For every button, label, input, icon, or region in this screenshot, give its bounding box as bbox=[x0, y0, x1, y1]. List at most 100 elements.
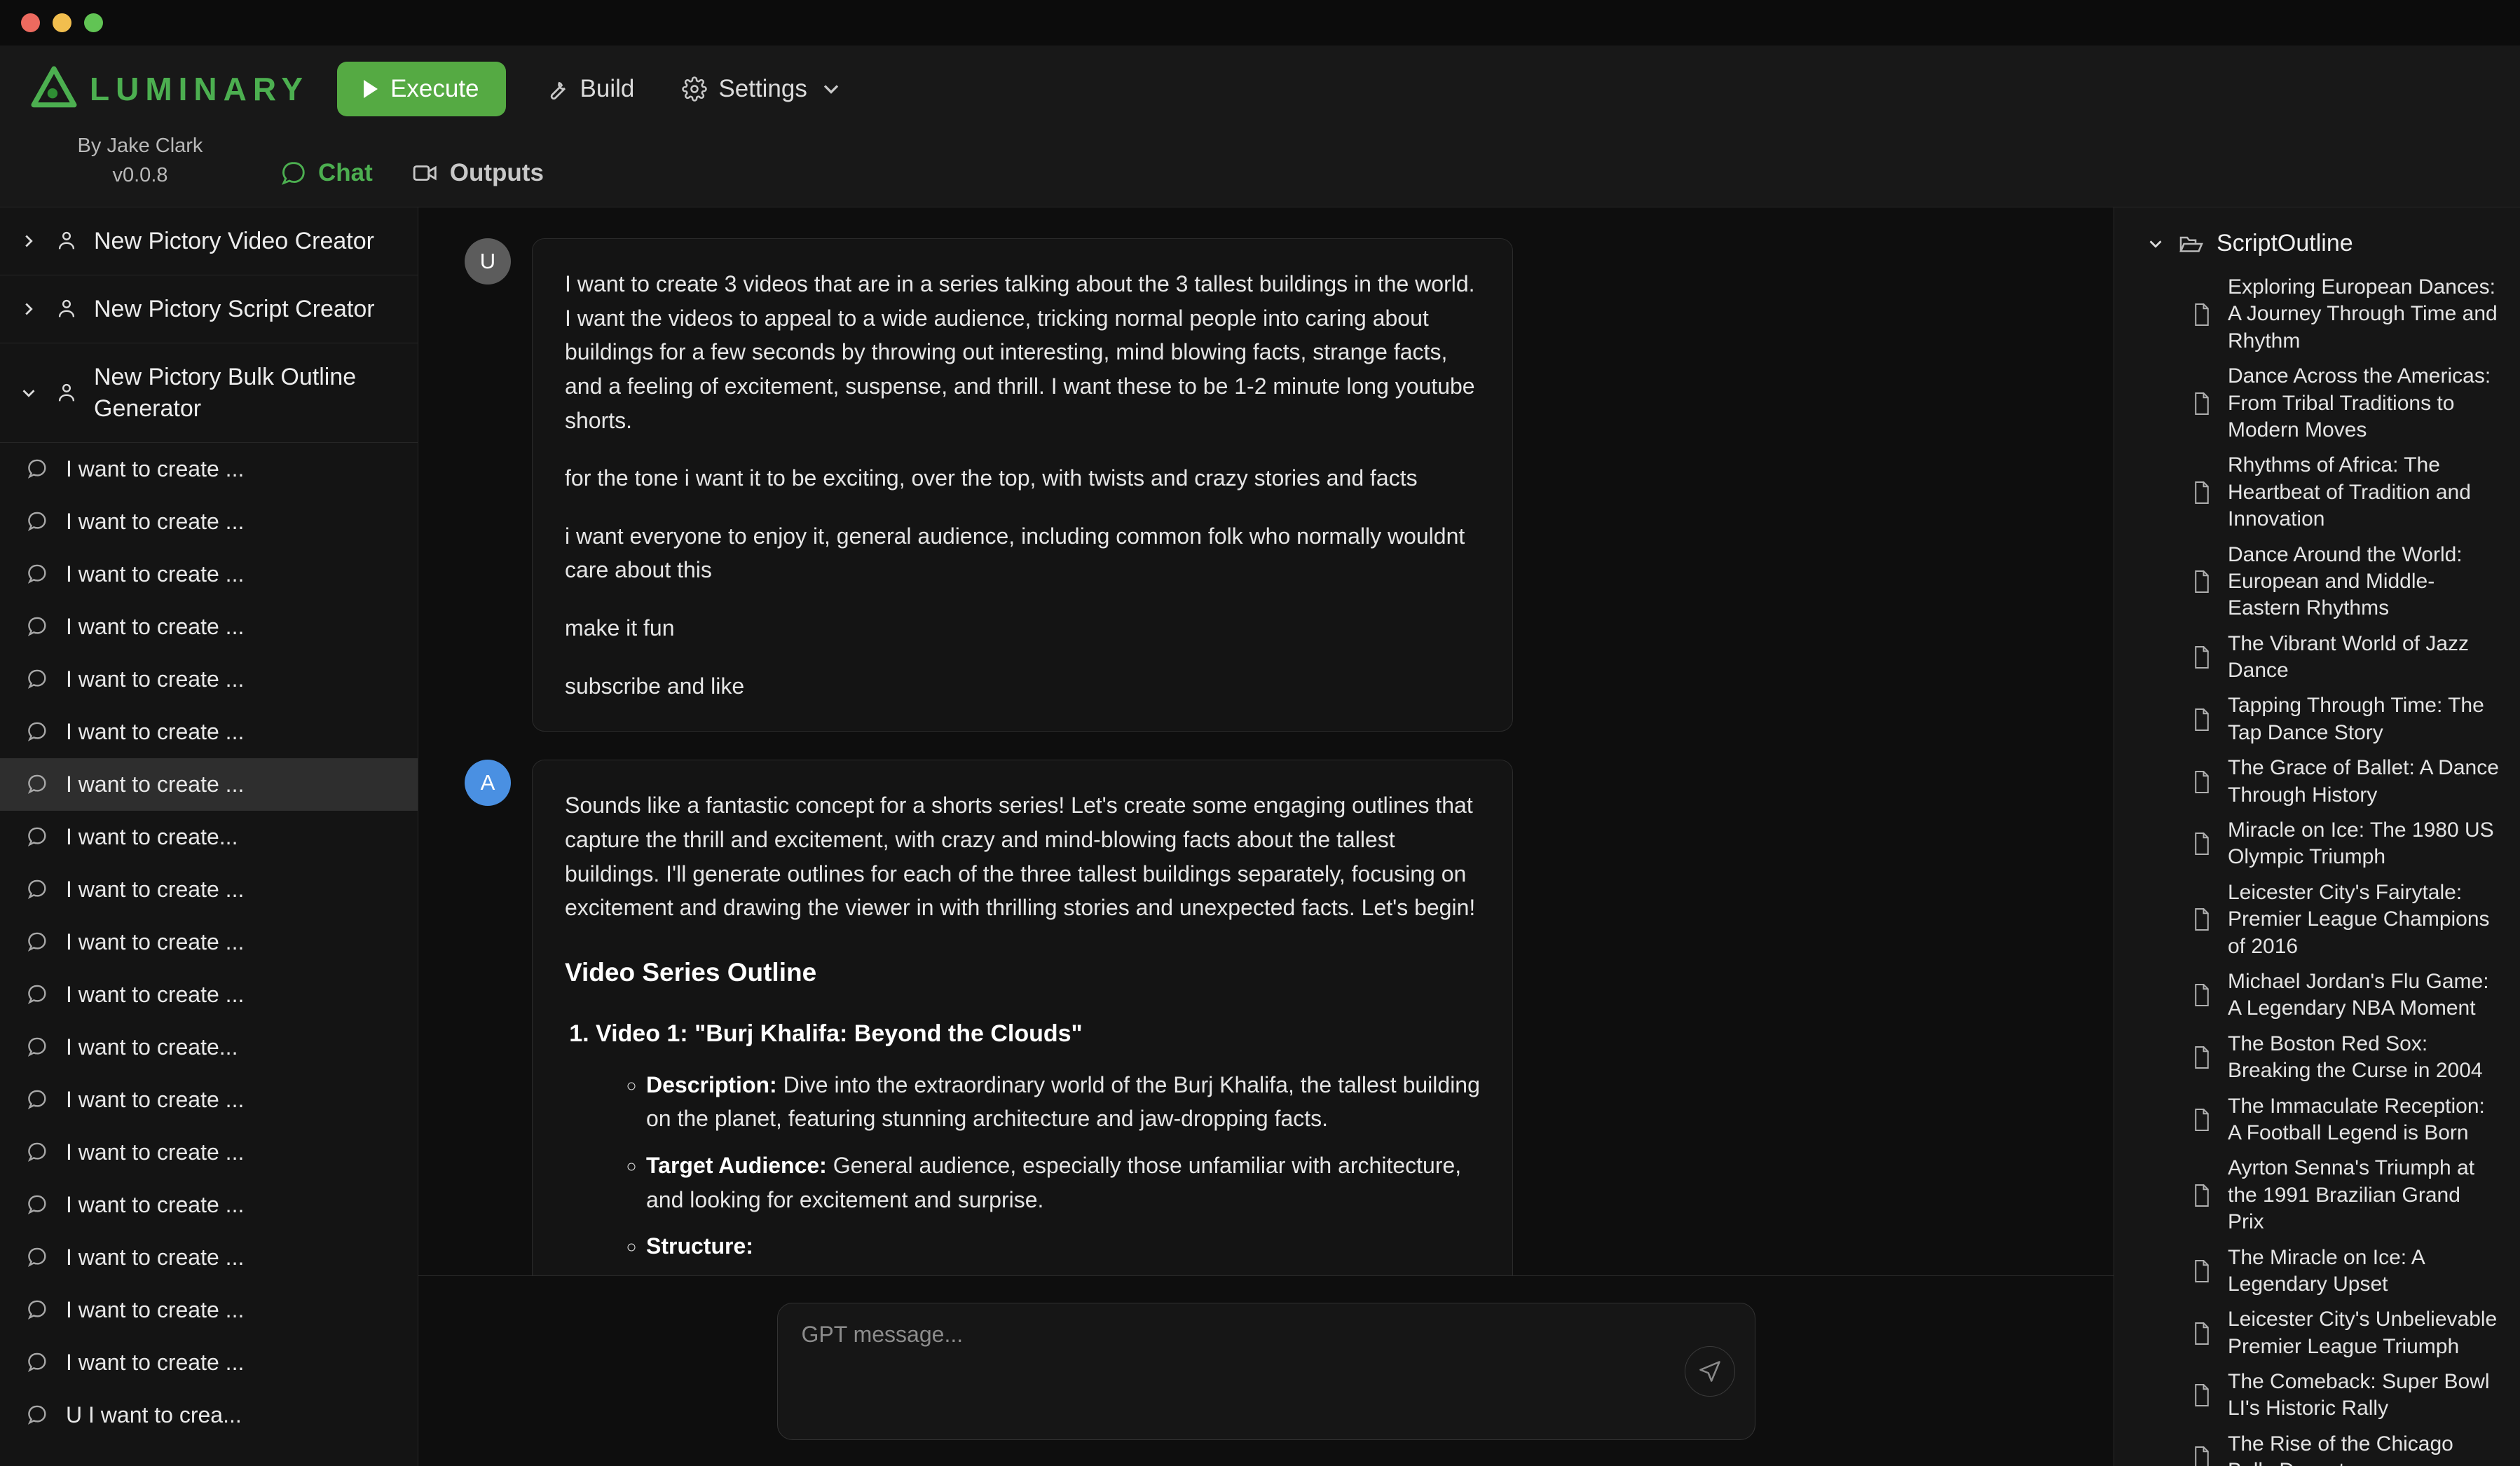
chat-bubble-icon bbox=[25, 825, 49, 849]
document-icon bbox=[2191, 831, 2212, 856]
gear-icon bbox=[682, 76, 707, 102]
chat-bubble-icon bbox=[25, 772, 49, 796]
document-item[interactable]: Leicester City's Fairytale: Premier Leag… bbox=[2114, 875, 2520, 964]
settings-button-label: Settings bbox=[718, 75, 807, 103]
document-item[interactable]: The Comeback: Super Bowl LI's Historic R… bbox=[2114, 1364, 2520, 1427]
chat-history-item[interactable]: I want to create ... bbox=[0, 916, 418, 968]
agent-item[interactable]: New Pictory Bulk Outline Generator bbox=[0, 343, 418, 442]
document-item[interactable]: Tapping Through Time: The Tap Dance Stor… bbox=[2114, 688, 2520, 751]
document-icon bbox=[2191, 645, 2212, 670]
document-item[interactable]: The Grace of Ballet: A Dance Through His… bbox=[2114, 751, 2520, 813]
chat-bubble-icon bbox=[25, 720, 49, 744]
document-item-label: The Vibrant World of Jazz Dance bbox=[2228, 631, 2502, 685]
chat-history-item[interactable]: I want to create ... bbox=[0, 863, 418, 916]
document-item[interactable]: The Miracle on Ice: A Legendary Upset bbox=[2114, 1240, 2520, 1303]
chat-history-item[interactable]: I want to create ... bbox=[0, 601, 418, 653]
document-item[interactable]: Dance Around the World: European and Mid… bbox=[2114, 537, 2520, 626]
document-item-label: Leicester City's Unbelievable Premier Le… bbox=[2228, 1306, 2502, 1360]
chat-history-item-label: I want to create ... bbox=[66, 1139, 244, 1165]
tab-chat[interactable]: Chat bbox=[280, 159, 373, 187]
document-item[interactable]: The Rise of the Chicago Bulls Dynasty bbox=[2114, 1427, 2520, 1466]
user-paragraph: subscribe and like bbox=[565, 669, 1480, 704]
brand-logo: LUMINARY bbox=[31, 66, 309, 112]
chat-history-item-label: I want to create ... bbox=[66, 877, 244, 903]
description-label: Description: bbox=[646, 1072, 777, 1097]
document-item[interactable]: Leicester City's Unbelievable Premier Le… bbox=[2114, 1302, 2520, 1364]
chat-bubble-icon bbox=[25, 615, 49, 638]
document-item[interactable]: The Vibrant World of Jazz Dance bbox=[2114, 626, 2520, 689]
send-button[interactable] bbox=[1685, 1346, 1735, 1397]
wrench-icon bbox=[544, 76, 569, 102]
chat-history-item-label: I want to create ... bbox=[66, 1192, 244, 1218]
chat-history-list: I want to create ...I want to create ...… bbox=[0, 443, 418, 1441]
chat-history-item[interactable]: I want to create ... bbox=[0, 1126, 418, 1179]
chat-history-item[interactable]: I want to create ... bbox=[0, 1231, 418, 1284]
chat-bubble-icon bbox=[25, 509, 49, 533]
document-item[interactable]: Michael Jordan's Flu Game: A Legendary N… bbox=[2114, 964, 2520, 1027]
chat-history-item[interactable]: I want to create... bbox=[0, 811, 418, 863]
build-button[interactable]: Build bbox=[534, 75, 645, 103]
chat-history-item[interactable]: I want to create ... bbox=[0, 443, 418, 495]
document-item[interactable]: The Immaculate Reception: A Football Leg… bbox=[2114, 1089, 2520, 1151]
structure-label: Structure: bbox=[646, 1233, 753, 1259]
chat-history-item[interactable]: I want to create ... bbox=[0, 653, 418, 706]
user-paragraph: I want to create 3 videos that are in a … bbox=[565, 267, 1480, 437]
document-item[interactable]: Dance Across the Americas: From Tribal T… bbox=[2114, 359, 2520, 448]
document-icon bbox=[2191, 1183, 2212, 1208]
person-icon bbox=[55, 381, 78, 405]
document-icon bbox=[2191, 769, 2212, 795]
document-icon bbox=[2191, 391, 2212, 416]
script-outline-panel[interactable]: ScriptOutline Exploring European Dances:… bbox=[2114, 207, 2520, 1466]
sidebar: New Pictory Video CreatorNew Pictory Scr… bbox=[0, 207, 418, 1466]
chat-bubble-icon bbox=[25, 1403, 49, 1427]
document-item[interactable]: Exploring European Dances: A Journey Thr… bbox=[2114, 270, 2520, 359]
composer bbox=[777, 1303, 1755, 1440]
message-input[interactable] bbox=[802, 1322, 1731, 1421]
chat-history-item[interactable]: I want to create ... bbox=[0, 1074, 418, 1126]
execute-button-label: Execute bbox=[390, 75, 479, 103]
execute-button[interactable]: Execute bbox=[337, 62, 505, 116]
chat-history-item[interactable]: I want to create ... bbox=[0, 1179, 418, 1231]
assistant-intro: Sounds like a fantastic concept for a sh… bbox=[565, 788, 1480, 925]
user-message: U I want to create 3 videos that are in … bbox=[418, 238, 2114, 732]
chat-history-item-label: I want to create ... bbox=[66, 456, 244, 482]
chat-history-item-label: I want to create ... bbox=[66, 561, 244, 587]
chat-history-item[interactable]: U I want to crea... bbox=[0, 1389, 418, 1441]
document-item-label: The Grace of Ballet: A Dance Through His… bbox=[2228, 755, 2502, 809]
chat-history-item[interactable]: I want to create... bbox=[0, 1021, 418, 1074]
chat-history-item[interactable]: I want to create ... bbox=[0, 706, 418, 758]
document-item-label: The Rise of the Chicago Bulls Dynasty bbox=[2228, 1431, 2502, 1466]
chat-history-item-label: I want to create ... bbox=[66, 1297, 244, 1323]
chat-history-item[interactable]: I want to create ... bbox=[0, 758, 418, 811]
agent-item[interactable]: New Pictory Video Creator bbox=[0, 207, 418, 275]
person-icon bbox=[55, 229, 78, 253]
folder-scriptoutline[interactable]: ScriptOutline bbox=[2114, 224, 2520, 270]
chat-history-item[interactable]: I want to create ... bbox=[0, 495, 418, 548]
assistant-message-body: Sounds like a fantastic concept for a sh… bbox=[532, 760, 1513, 1275]
chat-history-item[interactable]: I want to create ... bbox=[0, 968, 418, 1021]
tab-outputs[interactable]: Outputs bbox=[412, 159, 544, 187]
chat-history-item[interactable]: I want to create ... bbox=[0, 548, 418, 601]
message-scroll-area[interactable]: U I want to create 3 videos that are in … bbox=[418, 207, 2114, 1275]
chevron-right-icon bbox=[18, 299, 39, 320]
chat-history-item[interactable]: I want to create ... bbox=[0, 1336, 418, 1389]
chat-history-item-label: I want to create... bbox=[66, 1034, 238, 1060]
document-item[interactable]: Rhythms of Africa: The Heartbeat of Trad… bbox=[2114, 448, 2520, 537]
chat-history-item-label: I want to create ... bbox=[66, 1087, 244, 1113]
avatar: A bbox=[465, 760, 511, 806]
document-item[interactable]: The Boston Red Sox: Breaking the Curse i… bbox=[2114, 1027, 2520, 1089]
minimize-window-button[interactable] bbox=[53, 13, 71, 32]
maximize-window-button[interactable] bbox=[84, 13, 103, 32]
user-paragraph: i want everyone to enjoy it, general aud… bbox=[565, 519, 1480, 587]
agent-item[interactable]: New Pictory Script Creator bbox=[0, 275, 418, 343]
document-item-label: Rhythms of Africa: The Heartbeat of Trad… bbox=[2228, 452, 2502, 533]
chat-panel: U I want to create 3 videos that are in … bbox=[418, 207, 2114, 1466]
document-item[interactable]: Miracle on Ice: The 1980 US Olympic Triu… bbox=[2114, 813, 2520, 875]
chat-history-item[interactable]: I want to create ... bbox=[0, 1284, 418, 1336]
chat-bubble-icon bbox=[25, 1350, 49, 1374]
outline-description: Description: Dive into the extraordinary… bbox=[646, 1068, 1480, 1136]
settings-button[interactable]: Settings bbox=[672, 75, 853, 103]
document-item[interactable]: Ayrton Senna's Triumph at the 1991 Brazi… bbox=[2114, 1151, 2520, 1240]
close-window-button[interactable] bbox=[21, 13, 40, 32]
document-icon bbox=[2191, 1445, 2212, 1466]
